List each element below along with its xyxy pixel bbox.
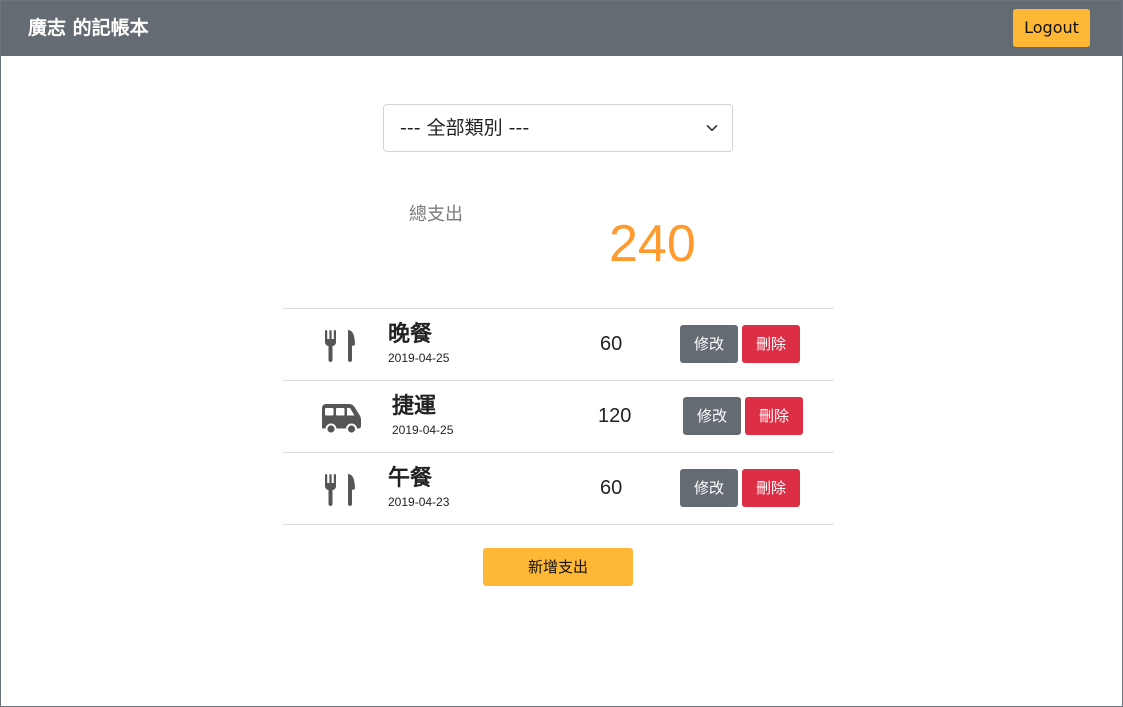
edit-button[interactable]: 修改 <box>680 469 738 507</box>
expense-amount: 60 <box>600 333 623 355</box>
navbar: 廣志 的記帳本 Logout <box>1 1 1122 56</box>
expense-row: 晚餐 2019-04-25 60 修改 刪除 <box>283 309 834 381</box>
category-select-value: --- 全部類別 --- <box>400 117 530 139</box>
expense-name: 午餐 <box>388 466 433 491</box>
app-window: 廣志 的記帳本 Logout --- 全部類別 --- 總支出 240 晚餐 2… <box>0 0 1123 707</box>
delete-button[interactable]: 刪除 <box>742 469 800 507</box>
expense-amount: 60 <box>600 477 623 499</box>
expense-list: 晚餐 2019-04-25 60 修改 刪除 捷運 2019-04-25 120… <box>283 308 834 525</box>
expense-date: 2019-04-25 <box>388 351 450 365</box>
expense-name: 捷運 <box>392 394 437 419</box>
expense-row: 捷運 2019-04-25 120 修改 刪除 <box>283 381 834 453</box>
utensils-icon <box>325 474 355 506</box>
total-expense-amount: 240 <box>609 215 696 273</box>
chevron-down-icon <box>706 125 718 132</box>
expense-name: 晚餐 <box>388 322 433 347</box>
expense-amount: 120 <box>598 405 632 427</box>
logout-button[interactable]: Logout <box>1013 9 1090 47</box>
utensils-icon <box>325 330 355 362</box>
expense-row: 午餐 2019-04-23 60 修改 刪除 <box>283 453 834 525</box>
add-expense-button[interactable]: 新增支出 <box>483 548 633 586</box>
category-select[interactable]: --- 全部類別 --- <box>383 104 733 152</box>
total-expense-label: 總支出 <box>409 204 463 225</box>
delete-button[interactable]: 刪除 <box>742 325 800 363</box>
delete-button[interactable]: 刪除 <box>745 397 803 435</box>
edit-button[interactable]: 修改 <box>683 397 741 435</box>
expense-date: 2019-04-23 <box>388 495 450 509</box>
app-title: 廣志 的記帳本 <box>28 17 149 39</box>
edit-button[interactable]: 修改 <box>680 325 738 363</box>
shuttle-van-icon <box>322 404 361 435</box>
expense-date: 2019-04-25 <box>392 423 454 437</box>
